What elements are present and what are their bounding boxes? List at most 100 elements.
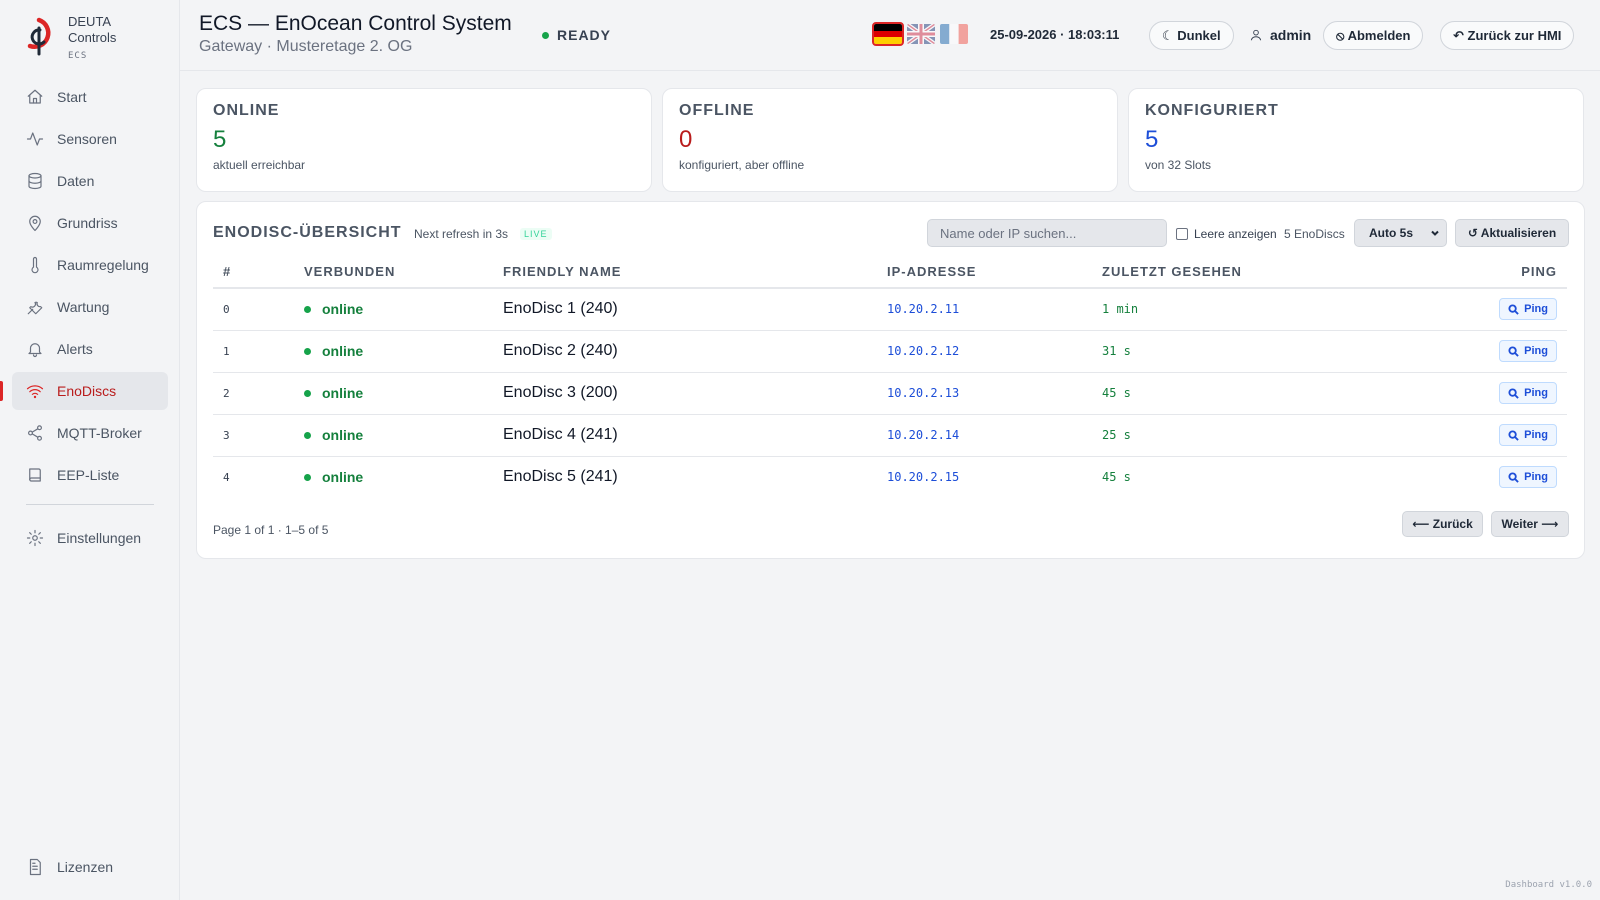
row-ping-cell: Ping (1415, 414, 1567, 457)
kpi-value: 5 (213, 126, 227, 153)
ping-button[interactable]: Ping (1499, 466, 1557, 489)
table-row[interactable]: 0 online EnoDisc 1 (240) 10.20.2.11 1 mi… (213, 288, 1567, 331)
wrench-icon (26, 298, 44, 316)
ping-label: Ping (1524, 387, 1548, 399)
ping-button[interactable]: Ping (1499, 424, 1557, 446)
brand[interactable]: DEUTA Controls ECS (24, 14, 116, 64)
map-pin-icon (26, 214, 44, 232)
bell-icon (26, 340, 44, 358)
show-empty-toggle[interactable]: Leere anzeigen (1176, 227, 1277, 241)
sidebar-item-enodiscs[interactable]: EnoDiscs (0, 372, 168, 410)
dark-mode-button[interactable]: ☾ Dunkel (1149, 21, 1234, 50)
enodisc-table: # VERBUNDEN FRIENDLY NAME IP-ADRESSE ZUL… (213, 256, 1567, 498)
kpi-desc: konfiguriert, aber offline (679, 158, 805, 172)
sidebar-item-label: Sensoren (57, 131, 117, 147)
table-row[interactable]: 3 online EnoDisc 4 (241) 10.20.2.14 25 s… (213, 414, 1567, 457)
ping-button[interactable]: Ping (1499, 298, 1557, 321)
live-badge: LIVE (520, 228, 552, 240)
table-row[interactable]: 4 online EnoDisc 5 (241) 10.20.2.15 45 s… (213, 456, 1567, 498)
column-header-connected[interactable]: VERBUNDEN (304, 256, 503, 289)
row-status-cell: online (304, 330, 503, 373)
row-name: EnoDisc 3 (200) (503, 372, 887, 415)
status-online: online (304, 427, 503, 443)
kpi-desc: von 32 Slots (1145, 158, 1212, 172)
sidebar-item-lizenzen[interactable]: Lizenzen (12, 848, 168, 886)
app-version: Dashboard v1.0.0 (1505, 880, 1592, 890)
row-ip[interactable]: 10.20.2.12 (887, 330, 1102, 373)
sidebar-bottom: Lizenzen (12, 848, 168, 890)
row-last-seen: 1 min (1102, 288, 1416, 331)
column-header-ping: PING (1415, 256, 1567, 289)
table-row[interactable]: 2 online EnoDisc 3 (200) 10.20.2.13 45 s… (213, 372, 1567, 415)
sidebar-item-label: MQTT-Broker (57, 425, 142, 441)
row-ip[interactable]: 10.20.2.11 (887, 288, 1102, 331)
status-label: online (322, 301, 364, 318)
flag-uk-icon[interactable] (907, 24, 935, 44)
table-row[interactable]: 1 online EnoDisc 2 (240) 10.20.2.12 31 s… (213, 330, 1567, 373)
ping-button[interactable]: Ping (1499, 382, 1557, 404)
row-ip[interactable]: 10.20.2.13 (887, 372, 1102, 415)
status-label: online (322, 427, 364, 443)
refresh-button[interactable]: ↺ Aktualisieren (1455, 219, 1569, 247)
row-name: EnoDisc 4 (241) (503, 414, 887, 457)
brand-sub: Controls (68, 30, 117, 45)
kpi-value: 0 (679, 126, 693, 153)
row-index: 0 (213, 288, 304, 331)
status-online: online (304, 385, 503, 401)
magnifier-icon (1508, 429, 1519, 441)
sidebar-item-eep-liste[interactable]: EEP-Liste (12, 456, 168, 494)
sidebar-item-start[interactable]: Start (12, 78, 168, 116)
column-header-last-seen[interactable]: ZULETZT GESEHEN (1102, 256, 1416, 289)
row-ping-cell: Ping (1415, 330, 1567, 373)
database-icon (26, 172, 44, 190)
book-icon (26, 466, 44, 484)
magnifier-icon (1508, 387, 1519, 399)
column-header-friendly-name[interactable]: FRIENDLY NAME (503, 256, 887, 289)
refresh-interval-value: Auto 5s (1369, 226, 1414, 240)
search-input[interactable] (927, 219, 1167, 247)
logout-button[interactable]: ⦸ Abmelden (1323, 21, 1424, 50)
share-icon (26, 424, 44, 442)
flag-fr-icon[interactable] (940, 24, 968, 44)
prev-page-button[interactable]: ⟵ Zurück (1402, 511, 1483, 537)
row-name: EnoDisc 1 (240) (503, 288, 887, 331)
show-empty-checkbox[interactable] (1176, 228, 1188, 240)
online-dot-icon (304, 431, 311, 439)
sidebar-item-label: Daten (57, 173, 95, 189)
sidebar-item-label: EEP-Liste (57, 467, 120, 483)
enodisc-overview-panel: ENODISC-ÜBERSICHT Next refresh in 3s LIV… (196, 201, 1585, 559)
next-page-button[interactable]: Weiter ⟶ (1491, 511, 1569, 537)
row-status-cell: online (304, 288, 503, 331)
sidebar-item-sensoren[interactable]: Sensoren (12, 120, 168, 158)
language-switcher (872, 22, 973, 46)
top-header: ECS — EnOcean Control System Gateway · M… (180, 0, 1600, 71)
row-ip[interactable]: 10.20.2.14 (887, 414, 1102, 457)
sidebar-item-label: Alerts (57, 341, 93, 357)
row-index: 4 (223, 470, 230, 484)
sidebar-item-raumregelung[interactable]: Raumregelung (12, 246, 168, 284)
column-header-ip-address[interactable]: IP-ADRESSE (887, 256, 1102, 289)
sidebar-nav: Start Sensoren Daten Grundriss Raumregel… (0, 78, 168, 561)
column-header-index[interactable]: # (213, 256, 304, 289)
status-online: online (304, 301, 503, 317)
row-ip[interactable]: 10.20.2.15 (887, 456, 1102, 498)
activity-icon (26, 130, 44, 148)
panel-title: ENODISC-ÜBERSICHT (213, 224, 402, 241)
sidebar-item-label: Einstellungen (57, 530, 142, 546)
refresh-interval-select[interactable]: Auto 5s (1354, 219, 1447, 247)
brand-tag: ECS (68, 51, 88, 61)
back-to-hmi-button[interactable]: ↶ Zurück zur HMI (1440, 21, 1575, 50)
sidebar-item-mqtt-broker[interactable]: MQTT-Broker (12, 414, 168, 452)
wifi-icon (26, 382, 44, 400)
sidebar-item-grundriss[interactable]: Grundriss (12, 204, 168, 242)
row-last-seen: 45 s (1102, 470, 1131, 485)
ping-button[interactable]: Ping (1499, 340, 1557, 362)
row-last-seen: 45 s (1102, 372, 1416, 415)
sidebar-item-daten[interactable]: Daten (12, 162, 168, 200)
sidebar-item-alerts[interactable]: Alerts (12, 330, 168, 368)
status-label: online (322, 343, 364, 359)
flag-de-icon[interactable] (872, 22, 904, 46)
sidebar-item-wartung[interactable]: Wartung (12, 288, 168, 326)
sidebar-item-einstellungen[interactable]: Einstellungen (12, 519, 168, 557)
user-menu[interactable]: admin (1249, 27, 1311, 43)
